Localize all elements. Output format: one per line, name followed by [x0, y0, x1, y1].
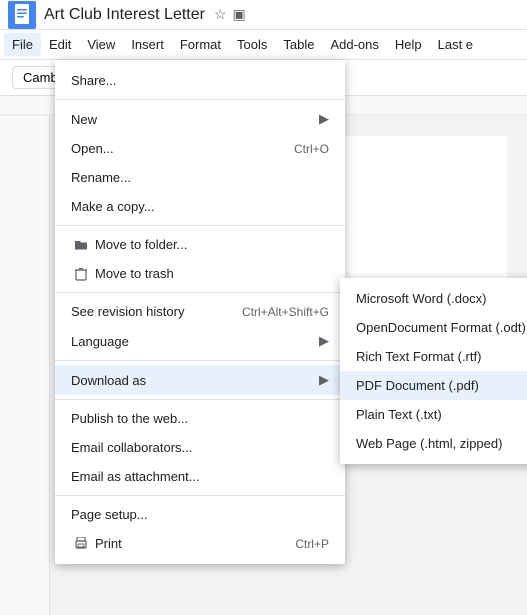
- submenu-word[interactable]: Microsoft Word (.docx): [340, 284, 527, 313]
- submenu-pdf[interactable]: PDF Document (.pdf): [340, 371, 527, 400]
- language-arrow: ▶: [319, 333, 329, 349]
- menu-tools[interactable]: Tools: [229, 33, 275, 56]
- pdf-label: PDF Document (.pdf): [356, 378, 479, 393]
- menu-insert[interactable]: Insert: [123, 33, 172, 56]
- file-menu-dropdown[interactable]: Share... New ▶ Open... Ctrl+O Rename... …: [55, 60, 345, 564]
- txt-label: Plain Text (.txt): [356, 407, 442, 422]
- move-to-folder-label: Move to folder...: [95, 237, 188, 252]
- submenu-txt[interactable]: Plain Text (.txt): [340, 400, 527, 429]
- menu-move-to-folder[interactable]: Move to folder...: [55, 230, 345, 259]
- divider-5: [55, 399, 345, 400]
- menu-download-as[interactable]: Download as ▶: [55, 365, 345, 395]
- divider-2: [55, 225, 345, 226]
- menu-file[interactable]: File: [4, 33, 41, 56]
- revision-shortcut: Ctrl+Alt+Shift+G: [242, 305, 329, 319]
- menu-last-edit[interactable]: Last e: [430, 33, 481, 56]
- menu-table[interactable]: Table: [275, 33, 322, 56]
- divider-1: [55, 99, 345, 100]
- sidebar: [0, 116, 50, 615]
- document-title: Art Club Interest Letter: [44, 6, 205, 24]
- menu-language[interactable]: Language ▶: [55, 326, 345, 356]
- menu-revision-history[interactable]: See revision history Ctrl+Alt+Shift+G: [55, 297, 345, 326]
- menu-publish-web[interactable]: Publish to the web...: [55, 404, 345, 433]
- page-setup-label: Page setup...: [71, 507, 148, 522]
- download-submenu[interactable]: Microsoft Word (.docx) OpenDocument Form…: [340, 278, 527, 464]
- menu-share[interactable]: Share...: [55, 66, 345, 95]
- menu-move-to-trash[interactable]: Move to trash: [55, 259, 345, 288]
- submenu-html[interactable]: Web Page (.html, zipped): [340, 429, 527, 458]
- submenu-odt[interactable]: OpenDocument Format (.odt): [340, 313, 527, 342]
- rtf-label: Rich Text Format (.rtf): [356, 349, 481, 364]
- download-as-label: Download as: [71, 373, 146, 388]
- trash-menu-icon: [71, 267, 91, 281]
- folder-menu-icon: [71, 239, 91, 251]
- menu-help[interactable]: Help: [387, 33, 430, 56]
- email-collaborators-label: Email collaborators...: [71, 440, 192, 455]
- menu-make-copy[interactable]: Make a copy...: [55, 192, 345, 221]
- divider-6: [55, 495, 345, 496]
- menu-page-setup[interactable]: Page setup...: [55, 500, 345, 529]
- submenu-rtf[interactable]: Rich Text Format (.rtf): [340, 342, 527, 371]
- menu-addons[interactable]: Add-ons: [322, 33, 386, 56]
- arrow-icon: ▶: [319, 111, 329, 127]
- language-label: Language: [71, 334, 129, 349]
- publish-web-label: Publish to the web...: [71, 411, 188, 426]
- google-docs-icon: [8, 1, 36, 29]
- menu-bar: File Edit View Insert Format Tools Table…: [0, 30, 527, 60]
- open-label: Open...: [71, 141, 114, 156]
- menu-email-attachment[interactable]: Email as attachment...: [55, 462, 345, 491]
- new-label: New: [71, 112, 97, 127]
- print-menu-icon: [71, 537, 91, 550]
- menu-email-collaborators[interactable]: Email collaborators...: [55, 433, 345, 462]
- menu-rename[interactable]: Rename...: [55, 163, 345, 192]
- html-label: Web Page (.html, zipped): [356, 436, 502, 451]
- menu-open[interactable]: Open... Ctrl+O: [55, 134, 345, 163]
- make-copy-label: Make a copy...: [71, 199, 155, 214]
- folder-icon[interactable]: ▣: [233, 6, 246, 23]
- rename-label: Rename...: [71, 170, 131, 185]
- revision-history-label: See revision history: [71, 304, 184, 319]
- divider-4: [55, 360, 345, 361]
- menu-print[interactable]: Print Ctrl+P: [55, 529, 345, 558]
- odt-label: OpenDocument Format (.odt): [356, 320, 526, 335]
- menu-new[interactable]: New ▶: [55, 104, 345, 134]
- word-label: Microsoft Word (.docx): [356, 291, 487, 306]
- share-label: Share...: [71, 73, 117, 88]
- open-shortcut: Ctrl+O: [294, 142, 329, 156]
- email-attachment-label: Email as attachment...: [71, 469, 200, 484]
- print-shortcut: Ctrl+P: [295, 537, 329, 551]
- download-arrow: ▶: [319, 372, 329, 388]
- title-bar: Art Club Interest Letter ☆ ▣: [0, 0, 527, 30]
- print-label: Print: [95, 536, 122, 551]
- star-icon[interactable]: ☆: [214, 6, 227, 23]
- menu-view[interactable]: View: [79, 33, 123, 56]
- divider-3: [55, 292, 345, 293]
- move-to-trash-label: Move to trash: [95, 266, 174, 281]
- menu-format[interactable]: Format: [172, 33, 229, 56]
- menu-edit[interactable]: Edit: [41, 33, 79, 56]
